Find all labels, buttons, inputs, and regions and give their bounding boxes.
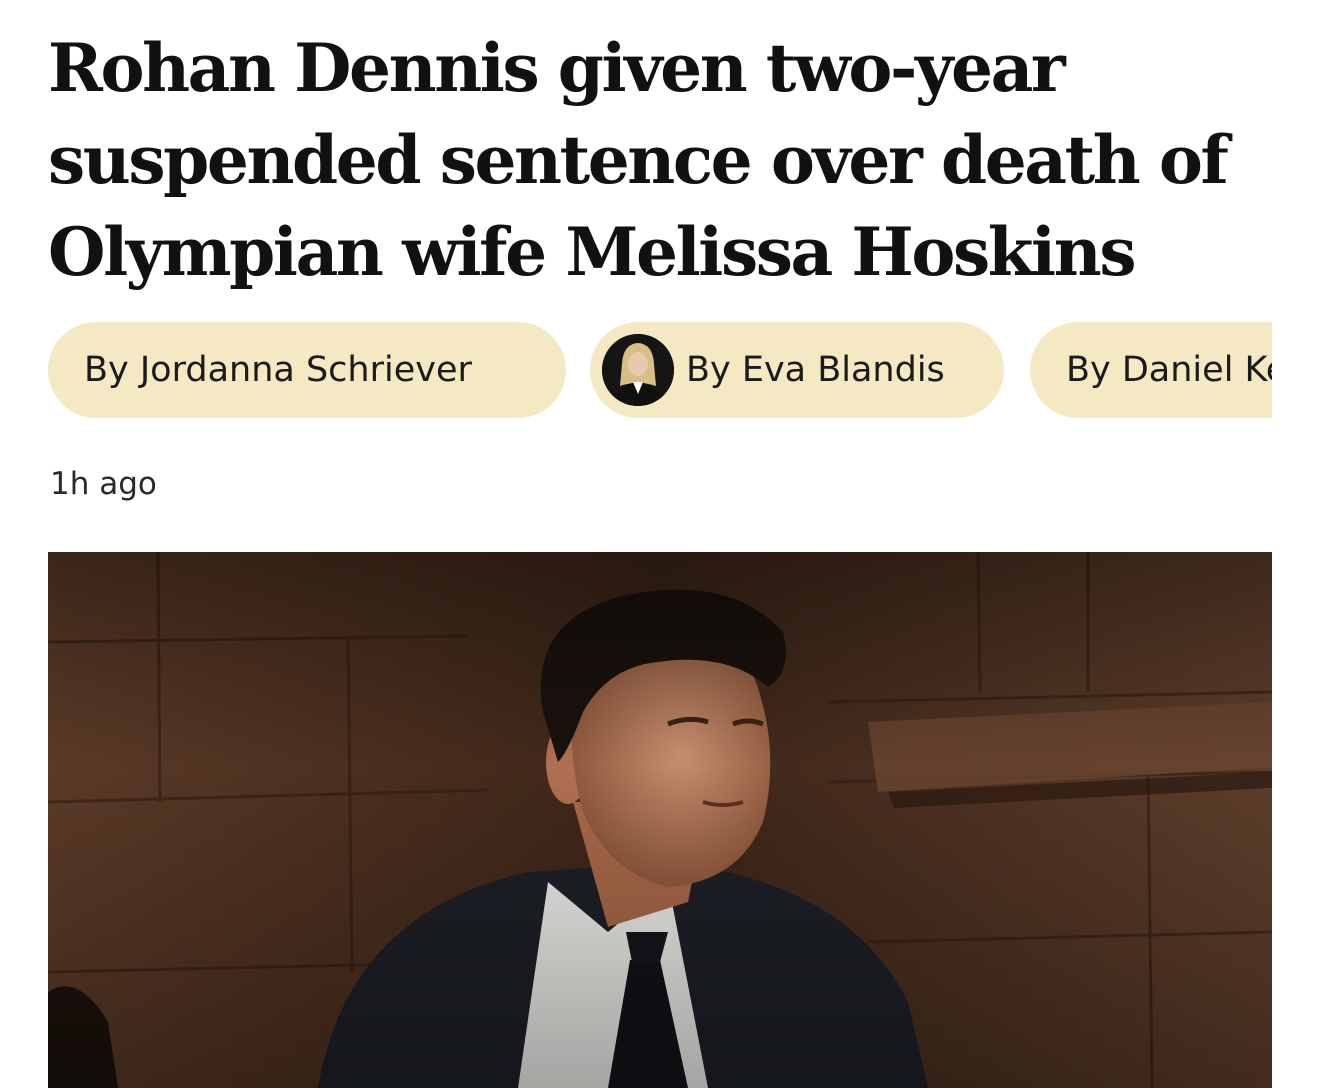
publish-timestamp: 1h ago xyxy=(50,466,157,502)
author-avatar xyxy=(602,334,674,406)
byline-list: By Jordanna Schriever By Eva Blandis By … xyxy=(48,322,1272,420)
byline-author-daniel-keane[interactable]: By Daniel Keane xyxy=(1030,322,1272,418)
byline-label: By Eva Blandis xyxy=(686,350,945,390)
article-headline: Rohan Dennis given two-year suspended se… xyxy=(48,29,1229,291)
byline-author-eva-blandis[interactable]: By Eva Blandis xyxy=(590,322,1004,418)
byline-label: By Jordanna Schriever xyxy=(84,350,472,390)
article-page: Rohan Dennis given two-year suspended se… xyxy=(0,0,1320,1088)
article-hero-image xyxy=(48,552,1272,1088)
byline-author-jordanna-schriever[interactable]: By Jordanna Schriever xyxy=(48,322,566,418)
byline-label: By Daniel Keane xyxy=(1066,350,1272,390)
